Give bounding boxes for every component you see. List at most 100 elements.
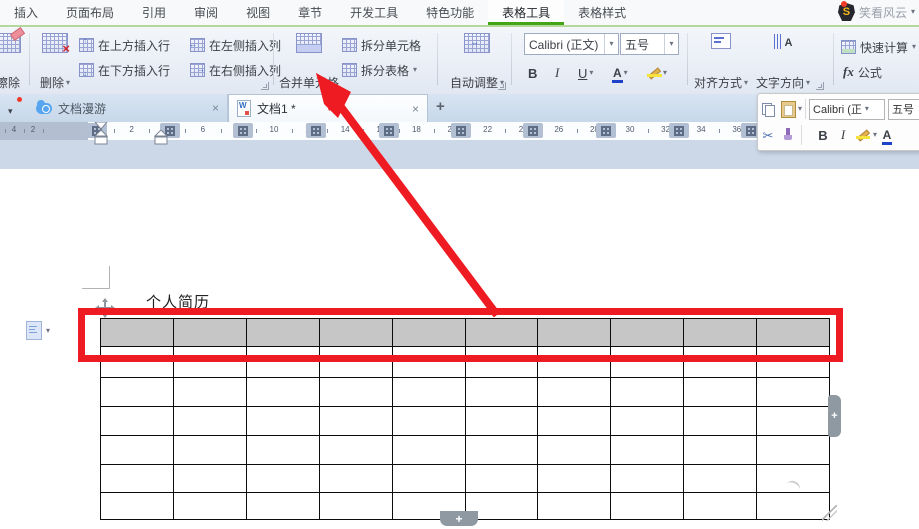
table-cell[interactable] bbox=[683, 360, 756, 377]
table-cell[interactable] bbox=[683, 436, 756, 464]
table-cell[interactable] bbox=[101, 360, 173, 377]
table-cell[interactable] bbox=[464, 436, 538, 464]
text-direction-button[interactable]: A 文字方向 ▾ bbox=[752, 31, 814, 93]
table-cell[interactable] bbox=[391, 465, 465, 492]
table-cell[interactable] bbox=[683, 465, 756, 492]
table-cell[interactable] bbox=[391, 378, 465, 406]
font-color-button[interactable]: A ▾ bbox=[612, 63, 628, 83]
ruler-column-marker[interactable] bbox=[233, 123, 253, 138]
split-cells-button[interactable]: 拆分单元格 bbox=[342, 35, 421, 55]
document-page[interactable]: ▾ 个人简历 + + bbox=[0, 169, 919, 529]
table-cell[interactable] bbox=[610, 436, 683, 464]
table-right-add-handle[interactable]: + bbox=[828, 395, 841, 437]
table-cell[interactable] bbox=[756, 407, 829, 435]
font-name-combo[interactable]: Calibri (正文) ▾ bbox=[524, 33, 619, 55]
dialog-launcher-icon[interactable] bbox=[261, 82, 269, 90]
table-cell[interactable] bbox=[245, 360, 319, 377]
table-cell[interactable] bbox=[172, 360, 246, 377]
insert-col-left-button[interactable]: ← 在左侧插入列 bbox=[189, 35, 281, 55]
tab-list-menu-button[interactable]: ▾ bbox=[8, 103, 13, 117]
table-cell[interactable] bbox=[610, 465, 683, 492]
username[interactable]: 笑看风云 bbox=[859, 4, 907, 21]
doc-tab-document1[interactable]: W 文档1 * × bbox=[228, 94, 428, 122]
table-cell[interactable] bbox=[537, 360, 610, 377]
table-cell[interactable] bbox=[101, 465, 173, 492]
format-painter-button[interactable] bbox=[778, 125, 798, 145]
table-cell[interactable] bbox=[318, 360, 392, 377]
table-cell[interactable] bbox=[537, 407, 610, 435]
cell-alignment-button[interactable]: 对齐方式 ▾ bbox=[692, 31, 750, 93]
italic-button[interactable]: I bbox=[555, 63, 559, 83]
ribbon-tab-1[interactable]: 插入 bbox=[0, 0, 52, 25]
doc-tab-roaming[interactable]: 文档漫游 × bbox=[28, 94, 228, 122]
table-cell[interactable] bbox=[172, 407, 246, 435]
table-cell[interactable] bbox=[245, 378, 319, 406]
table-cell[interactable] bbox=[318, 493, 392, 519]
ribbon-tab-9[interactable]: 表格工具 bbox=[488, 0, 565, 25]
table-cell[interactable] bbox=[245, 436, 319, 464]
ribbon-tab-3[interactable]: 引用 bbox=[128, 0, 180, 25]
mini-font-color-button[interactable]: A bbox=[877, 125, 897, 145]
table-cell[interactable] bbox=[101, 436, 173, 464]
table-cell[interactable] bbox=[610, 378, 683, 406]
table-cell[interactable] bbox=[172, 378, 246, 406]
table-cell[interactable] bbox=[245, 493, 319, 519]
account-area[interactable]: S 笑看风云 ▾ bbox=[837, 3, 915, 21]
table-options-float-button[interactable]: ▾ bbox=[26, 321, 50, 340]
table-cell[interactable] bbox=[245, 465, 319, 492]
table-cell[interactable] bbox=[318, 465, 392, 492]
dialog-launcher-icon[interactable] bbox=[816, 82, 824, 90]
paste-button[interactable] bbox=[778, 99, 798, 119]
table-cell[interactable] bbox=[610, 360, 683, 377]
table-cell[interactable] bbox=[537, 378, 610, 406]
ruler-column-marker[interactable] bbox=[523, 123, 543, 138]
mini-highlight-button[interactable] bbox=[853, 125, 873, 145]
font-size-combo[interactable]: 五号 ▾ bbox=[620, 33, 679, 55]
table-cell[interactable] bbox=[318, 407, 392, 435]
bold-button[interactable]: B bbox=[528, 63, 537, 83]
table-cell[interactable] bbox=[101, 407, 173, 435]
mini-bold-button[interactable]: B bbox=[813, 125, 833, 145]
table-cell[interactable] bbox=[391, 360, 465, 377]
ribbon-tab-6[interactable]: 章节 bbox=[284, 0, 336, 25]
table-cell[interactable] bbox=[101, 378, 173, 406]
table-cell[interactable] bbox=[756, 493, 829, 519]
table-cell[interactable] bbox=[537, 493, 610, 519]
merge-cells-button[interactable]: 合并单元格 bbox=[278, 31, 340, 93]
ruler-column-marker[interactable] bbox=[596, 123, 616, 138]
table-cell[interactable] bbox=[756, 360, 829, 377]
erase-button[interactable]: 擦除 bbox=[0, 26, 30, 93]
ribbon-tab-8[interactable]: 特色功能 bbox=[412, 0, 488, 25]
ribbon-tab-4[interactable]: 审阅 bbox=[180, 0, 232, 25]
table-cell[interactable] bbox=[756, 378, 829, 406]
table-cell[interactable] bbox=[683, 378, 756, 406]
ribbon-tab-2[interactable]: 页面布局 bbox=[52, 0, 128, 25]
close-icon[interactable]: × bbox=[412, 102, 419, 116]
table-cell[interactable] bbox=[464, 378, 538, 406]
indent-markers-icon[interactable] bbox=[94, 122, 108, 145]
insert-row-below-button[interactable]: ↓ 在下方插入行 bbox=[79, 60, 170, 80]
mini-font-size-combo[interactable]: 五号 bbox=[888, 98, 919, 120]
table-cell[interactable] bbox=[245, 407, 319, 435]
close-icon[interactable]: × bbox=[212, 101, 219, 115]
mini-font-name-combo[interactable]: Calibri (正 ▾ bbox=[809, 98, 886, 120]
table-cell[interactable] bbox=[610, 407, 683, 435]
ruler-column-marker[interactable] bbox=[306, 123, 326, 138]
ruler-column-marker[interactable] bbox=[451, 123, 471, 138]
copy-button[interactable] bbox=[758, 99, 778, 119]
table-resize-corner[interactable] bbox=[822, 505, 837, 521]
new-tab-button[interactable]: + bbox=[436, 98, 445, 115]
table-cell[interactable] bbox=[464, 465, 538, 492]
left-indent-marker-icon[interactable] bbox=[154, 130, 168, 145]
table-cell[interactable] bbox=[756, 436, 829, 464]
table-cell[interactable] bbox=[464, 407, 538, 435]
underline-button[interactable]: U ▾ bbox=[578, 63, 593, 83]
table-cell[interactable] bbox=[318, 378, 392, 406]
delete-button[interactable]: × 删除 ▾ bbox=[33, 31, 77, 93]
table-cell[interactable] bbox=[537, 465, 610, 492]
table-cell[interactable] bbox=[391, 407, 465, 435]
mini-italic-button[interactable]: I bbox=[833, 125, 853, 145]
cut-button[interactable]: ✂ bbox=[758, 125, 778, 145]
table-cell[interactable] bbox=[464, 360, 538, 377]
ribbon-tab-5[interactable]: 视图 bbox=[232, 0, 284, 25]
